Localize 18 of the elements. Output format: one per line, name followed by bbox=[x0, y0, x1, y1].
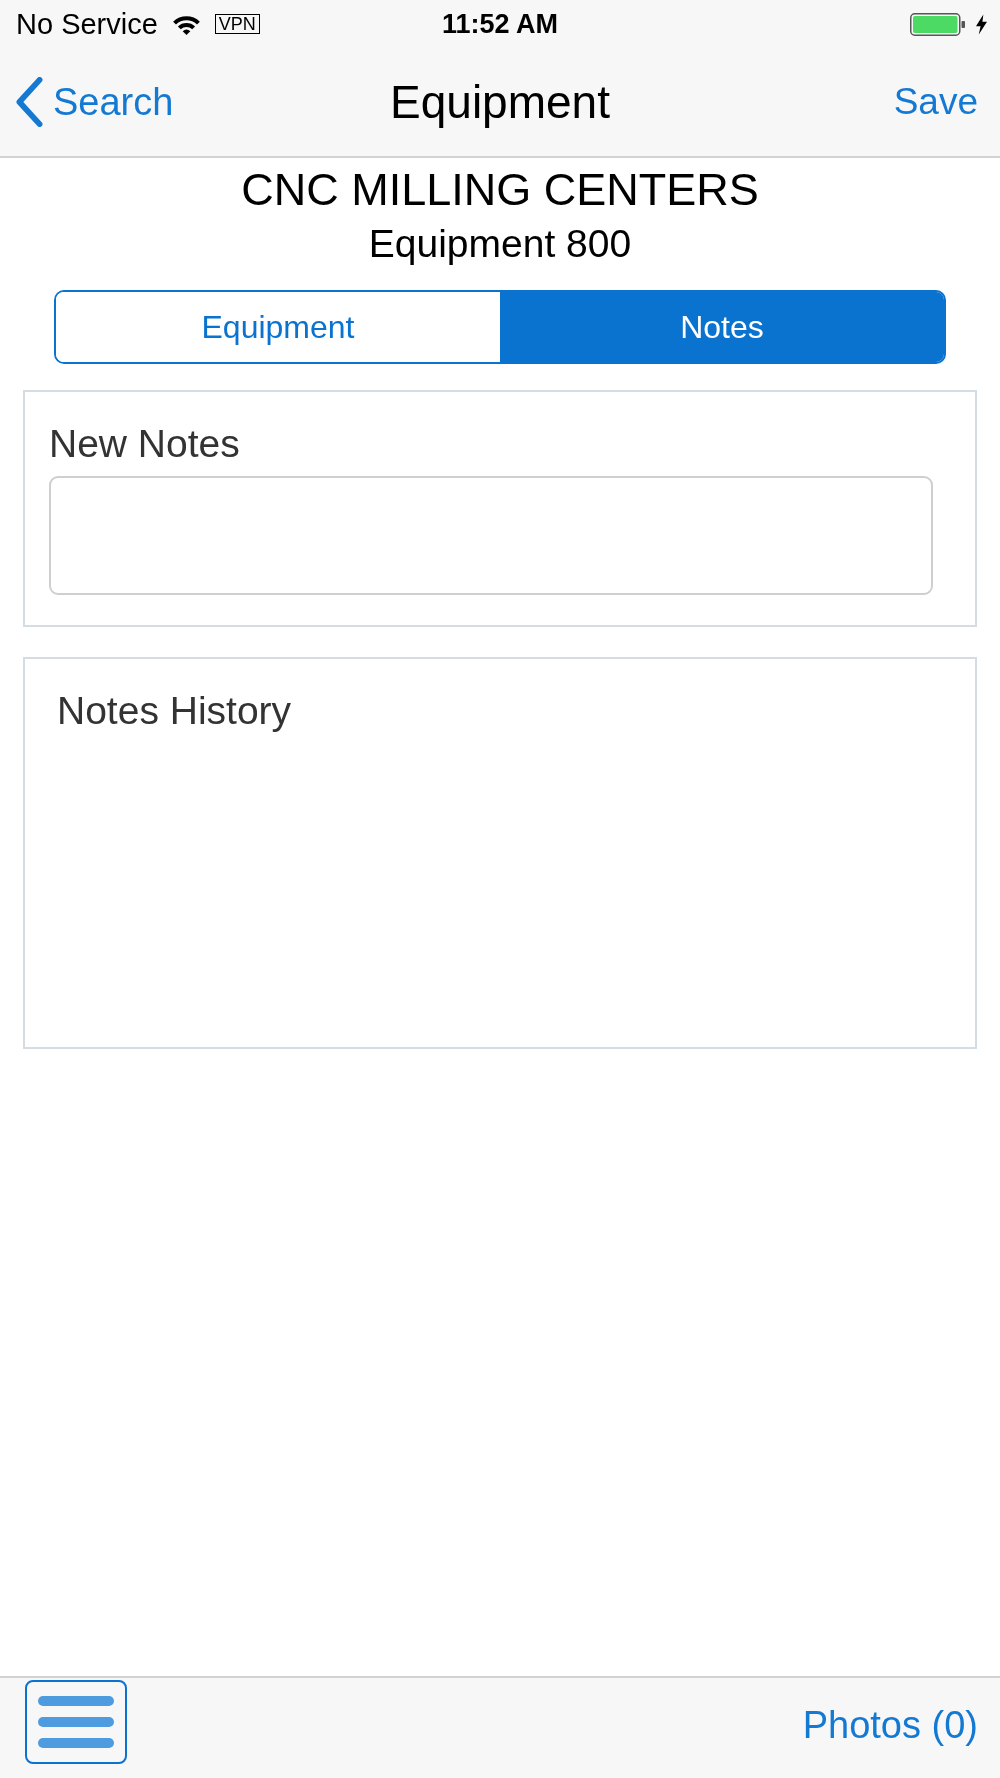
new-notes-label: New Notes bbox=[49, 422, 241, 466]
save-button[interactable]: Save bbox=[893, 81, 978, 123]
menu-icon bbox=[38, 1696, 114, 1748]
nav-title: Equipment bbox=[390, 75, 610, 129]
chevron-left-icon bbox=[14, 77, 44, 127]
equipment-subtitle: Equipment 800 bbox=[368, 222, 632, 266]
equipment-title: CNC MILLING CENTERS bbox=[241, 165, 759, 215]
status-time: 11:52 AM bbox=[441, 8, 559, 40]
carrier-text: No Service bbox=[16, 7, 158, 41]
notes-input-field[interactable] bbox=[49, 476, 933, 595]
notes-history-title: Notes History bbox=[57, 689, 293, 733]
menu-button[interactable] bbox=[25, 1680, 127, 1764]
wifi-icon bbox=[171, 13, 201, 35]
back-button[interactable]: Search bbox=[14, 77, 174, 127]
segment-tab[interactable]: Notes bbox=[500, 292, 944, 362]
photos-button[interactable]: Photos (0) bbox=[802, 1704, 978, 1747]
vpn-badge: VPN bbox=[214, 14, 260, 34]
battery-icon bbox=[910, 12, 966, 36]
